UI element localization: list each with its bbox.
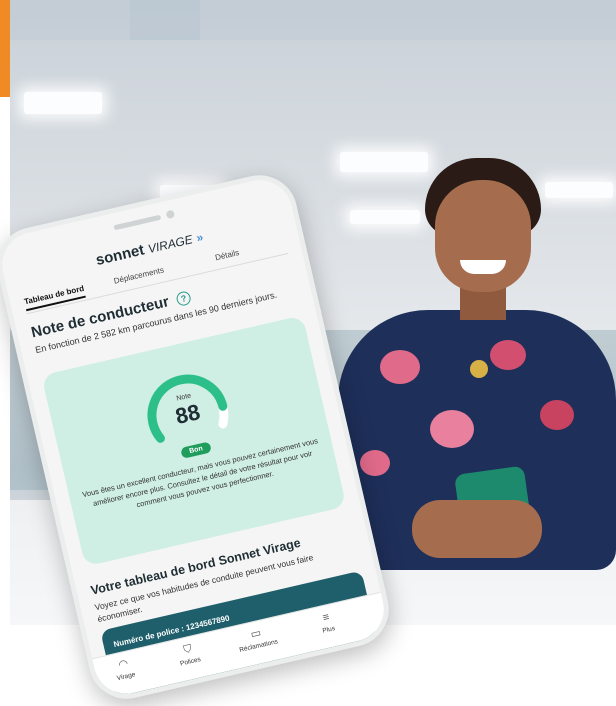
score-card[interactable]: Note 88 Bon Vous êtes un excellent condu… (41, 315, 347, 567)
nav-policies-label: Polices (179, 656, 202, 668)
brand-arrows: » (194, 229, 205, 245)
nav-virage-label: Virage (116, 671, 137, 683)
nav-virage[interactable]: ◠ Virage (98, 653, 152, 686)
shield-icon: ⛉ (182, 642, 194, 657)
help-icon[interactable]: ? (175, 290, 193, 307)
menu-icon: ≡ (321, 611, 331, 625)
speaker (113, 214, 162, 231)
brand-main: sonnet (94, 241, 146, 270)
nav-more-label: Plus (321, 625, 336, 635)
nav-claims-label: Réclamations (238, 638, 279, 654)
document-icon: ▭ (249, 626, 263, 641)
brand-sub: VIRAGE (146, 232, 194, 257)
nav-policies[interactable]: ⛉ Polices (162, 638, 216, 671)
nav-claims[interactable]: ▭ Réclamations (230, 622, 284, 655)
orange-accent-bar (0, 0, 10, 97)
gauge-icon: ◠ (117, 657, 130, 672)
tab-trips[interactable]: Déplacements (113, 265, 165, 285)
score-gauge: Note 88 (132, 356, 240, 455)
tab-dashboard[interactable]: Tableau de bord (23, 283, 87, 312)
tab-details[interactable]: Détails (214, 248, 240, 262)
camera (165, 209, 176, 220)
nav-more[interactable]: ≡ Plus (300, 606, 354, 639)
